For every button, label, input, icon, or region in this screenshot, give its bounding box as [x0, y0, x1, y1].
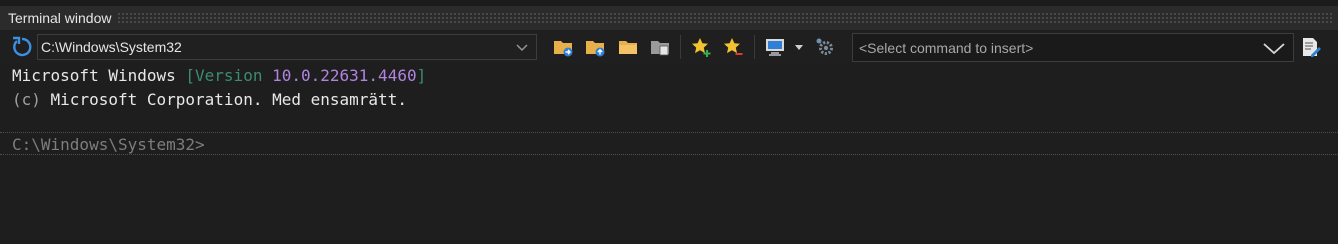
terminal-output[interactable]: Microsoft Windows [Version 10.0.22631.44…: [0, 63, 1338, 244]
settings-gear-icon[interactable]: [814, 36, 836, 58]
refresh-icon[interactable]: [10, 35, 34, 59]
command-select[interactable]: <Select command to insert>: [852, 33, 1294, 62]
folder-copy-icon[interactable]: [649, 36, 671, 58]
favorite-remove-icon[interactable]: [722, 36, 744, 58]
command-prompt[interactable]: C:\Windows\System32>: [12, 135, 205, 154]
copyright-symbol: (c): [12, 90, 41, 109]
chevron-down-icon[interactable]: [512, 37, 532, 57]
favorite-add-icon[interactable]: [690, 36, 712, 58]
toolbar: C:\Windows\System32 <Select command to i…: [0, 31, 1338, 63]
window-title: Terminal window: [8, 10, 112, 26]
command-select-placeholder: <Select command to insert>: [859, 39, 1034, 56]
output-line: (c) Microsoft Corporation. Med ensamrätt…: [12, 90, 407, 109]
title-bar[interactable]: Terminal window: [0, 6, 1338, 30]
caret-down-icon[interactable]: [792, 36, 806, 58]
input-separator: [0, 132, 1338, 133]
version-bracket-open: [Version: [185, 66, 273, 85]
line-text: Microsoft Corporation. Med ensamrätt.: [40, 90, 407, 109]
drag-grip[interactable]: [117, 12, 1334, 24]
toolbar-separator: [680, 35, 681, 59]
output-line: Microsoft Windows [Version 10.0.22631.44…: [12, 66, 426, 85]
version-number: 10.0.22631.4460: [272, 66, 417, 85]
folder-up-icon[interactable]: [584, 36, 606, 58]
folder-go-icon[interactable]: [552, 36, 574, 58]
version-bracket-close: ]: [416, 66, 427, 85]
line-text: Microsoft Windows: [12, 66, 186, 85]
monitor-icon[interactable]: [764, 36, 786, 58]
path-combobox[interactable]: C:\Windows\System32: [37, 34, 537, 60]
chevron-down-icon[interactable]: [1261, 37, 1287, 59]
input-separator: [0, 154, 1338, 155]
path-input[interactable]: C:\Windows\System32: [38, 39, 512, 55]
edit-script-icon[interactable]: [1300, 36, 1322, 58]
folder-icon[interactable]: [617, 36, 639, 58]
toolbar-separator: [754, 35, 755, 59]
